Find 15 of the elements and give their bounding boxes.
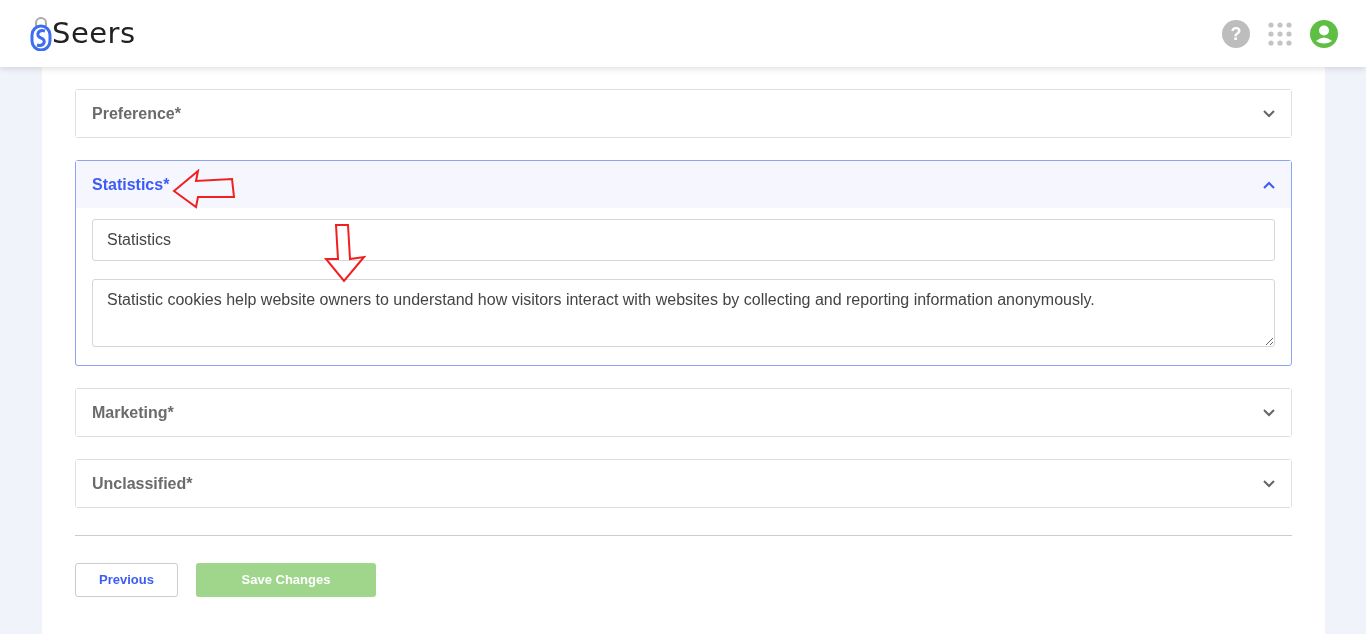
apps-grid-icon[interactable] xyxy=(1268,21,1292,46)
accordion-header[interactable]: Marketing* xyxy=(76,389,1291,436)
previous-button[interactable]: Previous xyxy=(75,563,178,597)
logo-text: Seers xyxy=(52,14,136,52)
user-avatar-icon[interactable] xyxy=(1310,19,1338,48)
name-input-field[interactable]: Statistics xyxy=(92,219,1275,261)
chevron-icon xyxy=(1263,109,1275,118)
chevron-icon xyxy=(1263,408,1275,417)
chevron-icon xyxy=(1263,479,1275,488)
logo-icon xyxy=(30,16,52,51)
accordion-header[interactable]: Statistics* xyxy=(76,161,1291,208)
description-text-area[interactable]: Statistic cookies help website owners to understand how visitors interact with websites by collecting and reporting information anonymously. xyxy=(92,279,1275,347)
chevron-icon xyxy=(1263,180,1275,189)
accordion-header[interactable]: Unclassified* xyxy=(76,460,1291,507)
accordion-header[interactable]: Preference* xyxy=(76,90,1291,137)
